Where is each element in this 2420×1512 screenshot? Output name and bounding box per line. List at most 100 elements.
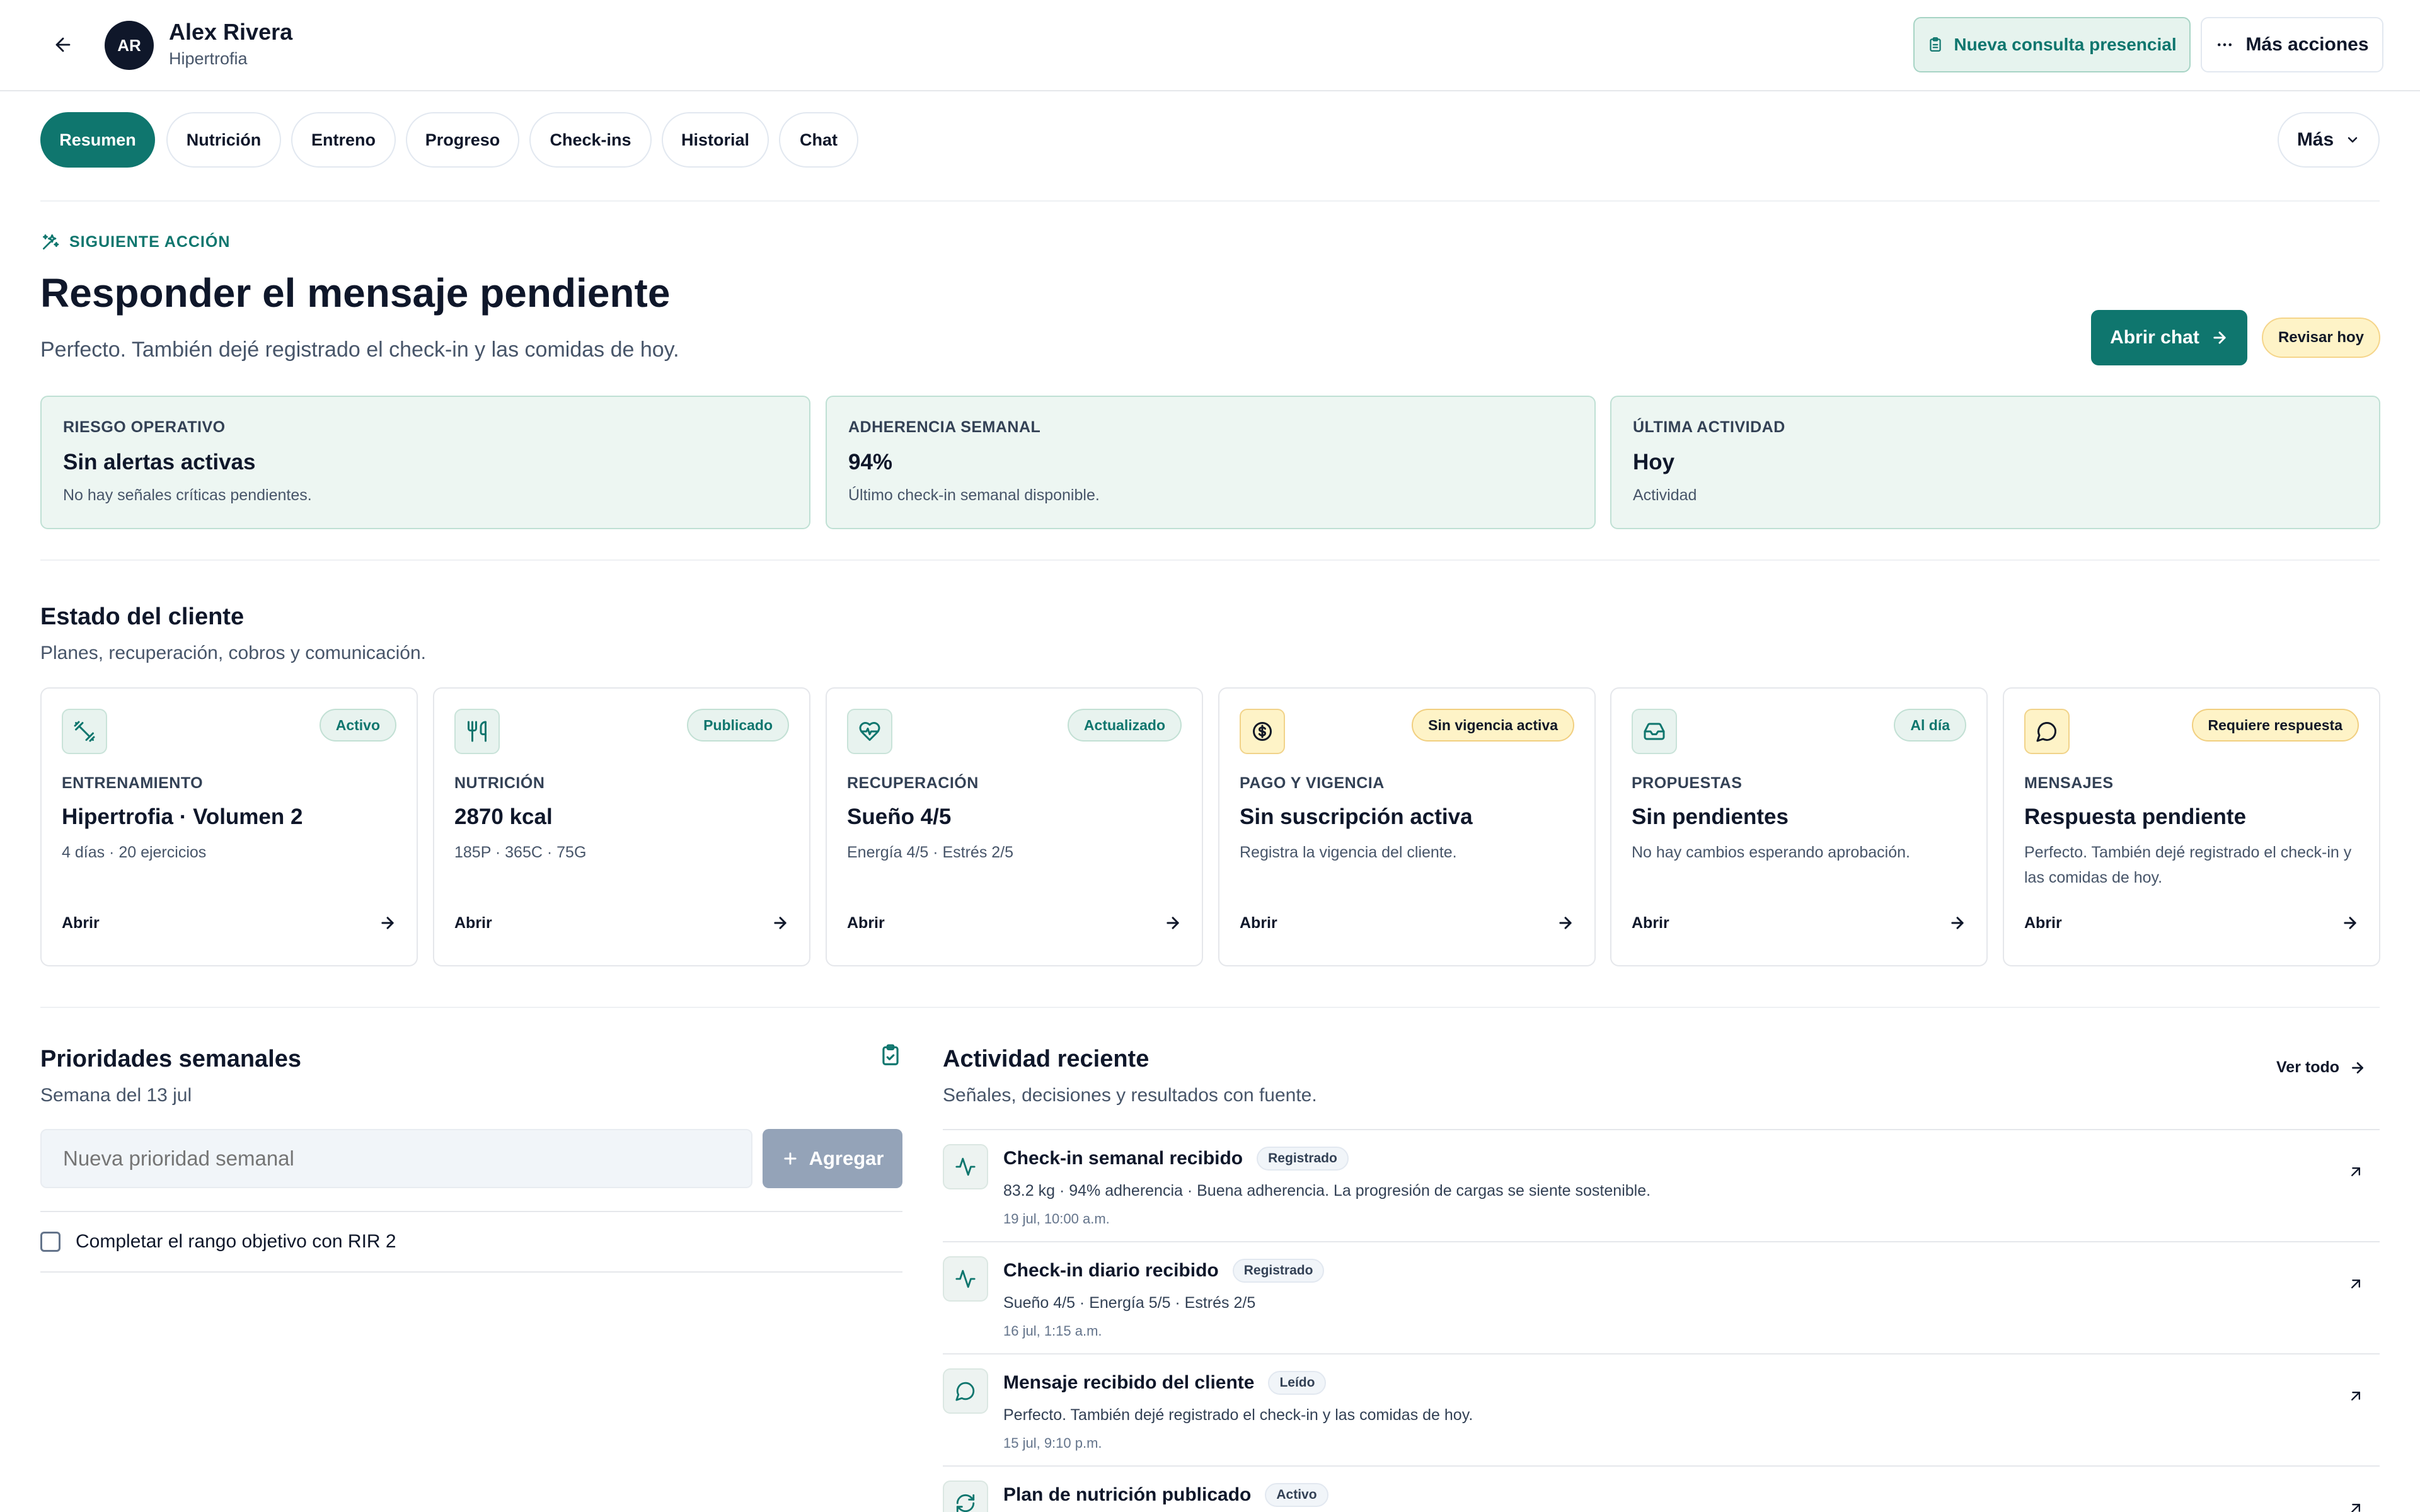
tab-check-ins[interactable]: Check-ins [529, 112, 652, 168]
status-card-open[interactable]: Abrir [1240, 914, 1277, 932]
next-action-title: Responder el mensaje pendiente [40, 270, 671, 316]
status-card-open[interactable]: Abrir [2024, 914, 2062, 932]
see-all-link[interactable]: Ver todo [2276, 1058, 2366, 1077]
status-card-desc: Energía 4/5 · Estrés 2/5 [847, 844, 1014, 861]
status-card-value: Respuesta pendiente [2024, 805, 2247, 829]
activity-item-title: Check-in diario recibido Registrado [1003, 1259, 1325, 1283]
divider [40, 1007, 2380, 1008]
priority-text: Completar el rango objetivo con RIR 2 [76, 1231, 396, 1252]
more-actions-button[interactable]: Más acciones [2201, 17, 2383, 72]
activity-subtitle: Señales, decisiones y resultados con fue… [943, 1085, 1317, 1106]
next-action-eyebrow: SIGUIENTE ACCIÓN [40, 232, 230, 252]
dumbbell-icon [62, 709, 107, 754]
review-today-badge: Revisar hoy [2262, 318, 2380, 358]
status-badge: Sin vigencia activa [1412, 709, 1574, 742]
summary-desc: Actividad [1633, 486, 1697, 504]
summary-card-risk: RIESGO OPERATIVO Sin alertas activas No … [40, 396, 810, 529]
refresh-icon [943, 1480, 988, 1512]
status-card-value: Sueño 4/5 [847, 805, 952, 829]
status-card-open[interactable]: Abrir [454, 914, 492, 932]
priorities-title: Prioridades semanales [40, 1046, 301, 1072]
tab-entreno[interactable]: Entreno [291, 112, 396, 168]
tab-chat[interactable]: Chat [779, 112, 858, 168]
tabs-more-dropdown[interactable]: Más [2278, 112, 2380, 168]
add-priority-button[interactable]: Agregar [763, 1129, 902, 1188]
heart-pulse-icon [847, 709, 892, 754]
plus-icon [783, 1152, 797, 1165]
next-action-description: Perfecto. También dejé registrado el che… [40, 338, 679, 362]
priority-checkbox[interactable] [40, 1232, 60, 1252]
arrow-up-right-icon [2351, 1280, 2360, 1288]
avatar: AR [105, 21, 154, 70]
more-horizontal-icon [2218, 43, 2232, 47]
status-card-open[interactable]: Abrir [62, 914, 100, 932]
activity-title: Actividad reciente [943, 1046, 1150, 1072]
status-card-category: ENTRENAMIENTO [62, 774, 204, 792]
back-button[interactable] [44, 30, 82, 60]
summary-label: ADHERENCIA SEMANAL [848, 418, 1041, 436]
status-section-title: Estado del cliente [40, 604, 245, 630]
status-badge: Al día [1894, 709, 1966, 742]
inbox-icon [1632, 709, 1677, 754]
chevron-down-icon [2348, 137, 2358, 143]
tab-resumen[interactable]: Resumen [40, 112, 155, 168]
client-header: AR Alex Rivera Hipertrofia Nueva consult… [0, 0, 2420, 91]
status-card-open[interactable]: Abrir [1632, 914, 1669, 932]
add-priority-label: Agregar [809, 1147, 884, 1169]
tab-historial[interactable]: Historial [662, 112, 769, 168]
activity-item[interactable]: Check-in semanal recibido Registrado 83.… [943, 1129, 2380, 1241]
summary-desc: Último check-in semanal disponible. [848, 486, 1100, 504]
clipboard-check-icon [882, 1044, 899, 1065]
status-card-payment[interactable]: Sin vigencia activa PAGO Y VIGENCIA Sin … [1218, 687, 1596, 966]
arrow-right-icon [1167, 917, 1179, 929]
activity-item[interactable]: Check-in diario recibido Registrado Sueñ… [943, 1241, 2380, 1353]
arrow-right-icon [1559, 917, 1572, 929]
status-card-messages[interactable]: Requiere respuesta MENSAJES Respuesta pe… [2003, 687, 2380, 966]
summary-label: ÚLTIMA ACTIVIDAD [1633, 418, 1785, 436]
summary-value: Hoy [1633, 450, 1675, 474]
status-card-open[interactable]: Abrir [847, 914, 885, 932]
status-card-value: Hipertrofia · Volumen 2 [62, 805, 303, 829]
open-chat-label: Abrir chat [2110, 327, 2199, 348]
tabs-more-label: Más [2296, 129, 2334, 150]
arrow-right-icon [1951, 917, 1964, 929]
arrow-up-right-icon [2351, 1392, 2360, 1400]
next-action-eyebrow-text: SIGUIENTE ACCIÓN [69, 232, 231, 251]
status-card-proposals[interactable]: Al día PROPUESTAS Sin pendientes No hay … [1610, 687, 1988, 966]
activity-icon [943, 1256, 988, 1302]
status-card-category: PAGO Y VIGENCIA [1240, 774, 1385, 792]
priorities-week: Semana del 13 jul [40, 1085, 192, 1106]
arrow-right-icon [2352, 1062, 2363, 1074]
arrow-up-right-icon [2351, 1167, 2360, 1176]
status-card-nutrition[interactable]: Publicado NUTRICIÓN 2870 kcal 185P · 365… [433, 687, 810, 966]
activity-item[interactable]: Plan de nutrición publicado Activo [943, 1465, 2380, 1512]
arrow-right-icon [2344, 917, 2356, 929]
arrow-left-icon [55, 37, 71, 52]
activity-icon [943, 1144, 988, 1189]
status-card-desc: Perfecto. También dejé registrado el che… [2024, 844, 2352, 886]
summary-label: RIESGO OPERATIVO [63, 418, 226, 436]
new-consult-button[interactable]: Nueva consulta presencial [1913, 17, 2191, 72]
status-badge: Actualizado [1067, 709, 1182, 742]
status-badge: Publicado [687, 709, 789, 742]
status-card-recovery[interactable]: Actualizado RECUPERACIÓN Sueño 4/5 Energ… [826, 687, 1203, 966]
activity-badge: Registrado [1232, 1259, 1325, 1283]
status-card-category: MENSAJES [2024, 774, 2114, 792]
utensils-icon [454, 709, 500, 754]
summary-value: 94% [848, 450, 893, 474]
summary-card-adherence: ADHERENCIA SEMANAL 94% Último check-in s… [826, 396, 1596, 529]
priority-input[interactable] [40, 1129, 752, 1188]
status-card-value: Sin suscripción activa [1240, 805, 1473, 829]
activity-item[interactable]: Mensaje recibido del cliente Leído Perfe… [943, 1353, 2380, 1465]
divider [40, 200, 2380, 202]
status-card-training[interactable]: Activo ENTRENAMIENTO Hipertrofia · Volum… [40, 687, 418, 966]
tab-nutricion[interactable]: Nutrición [166, 112, 281, 168]
activity-item-time: 16 jul, 1:15 a.m. [1003, 1323, 1102, 1339]
status-card-desc: 185P · 365C · 75G [454, 844, 587, 861]
activity-item-desc: Sueño 4/5 · Energía 5/5 · Estrés 2/5 [1003, 1294, 1256, 1312]
client-goal: Hipertrofia [169, 49, 248, 68]
open-chat-button[interactable]: Abrir chat [2091, 310, 2247, 365]
tab-progreso[interactable]: Progreso [406, 112, 519, 168]
arrow-right-icon [381, 917, 394, 929]
client-name: Alex Rivera [169, 19, 293, 45]
